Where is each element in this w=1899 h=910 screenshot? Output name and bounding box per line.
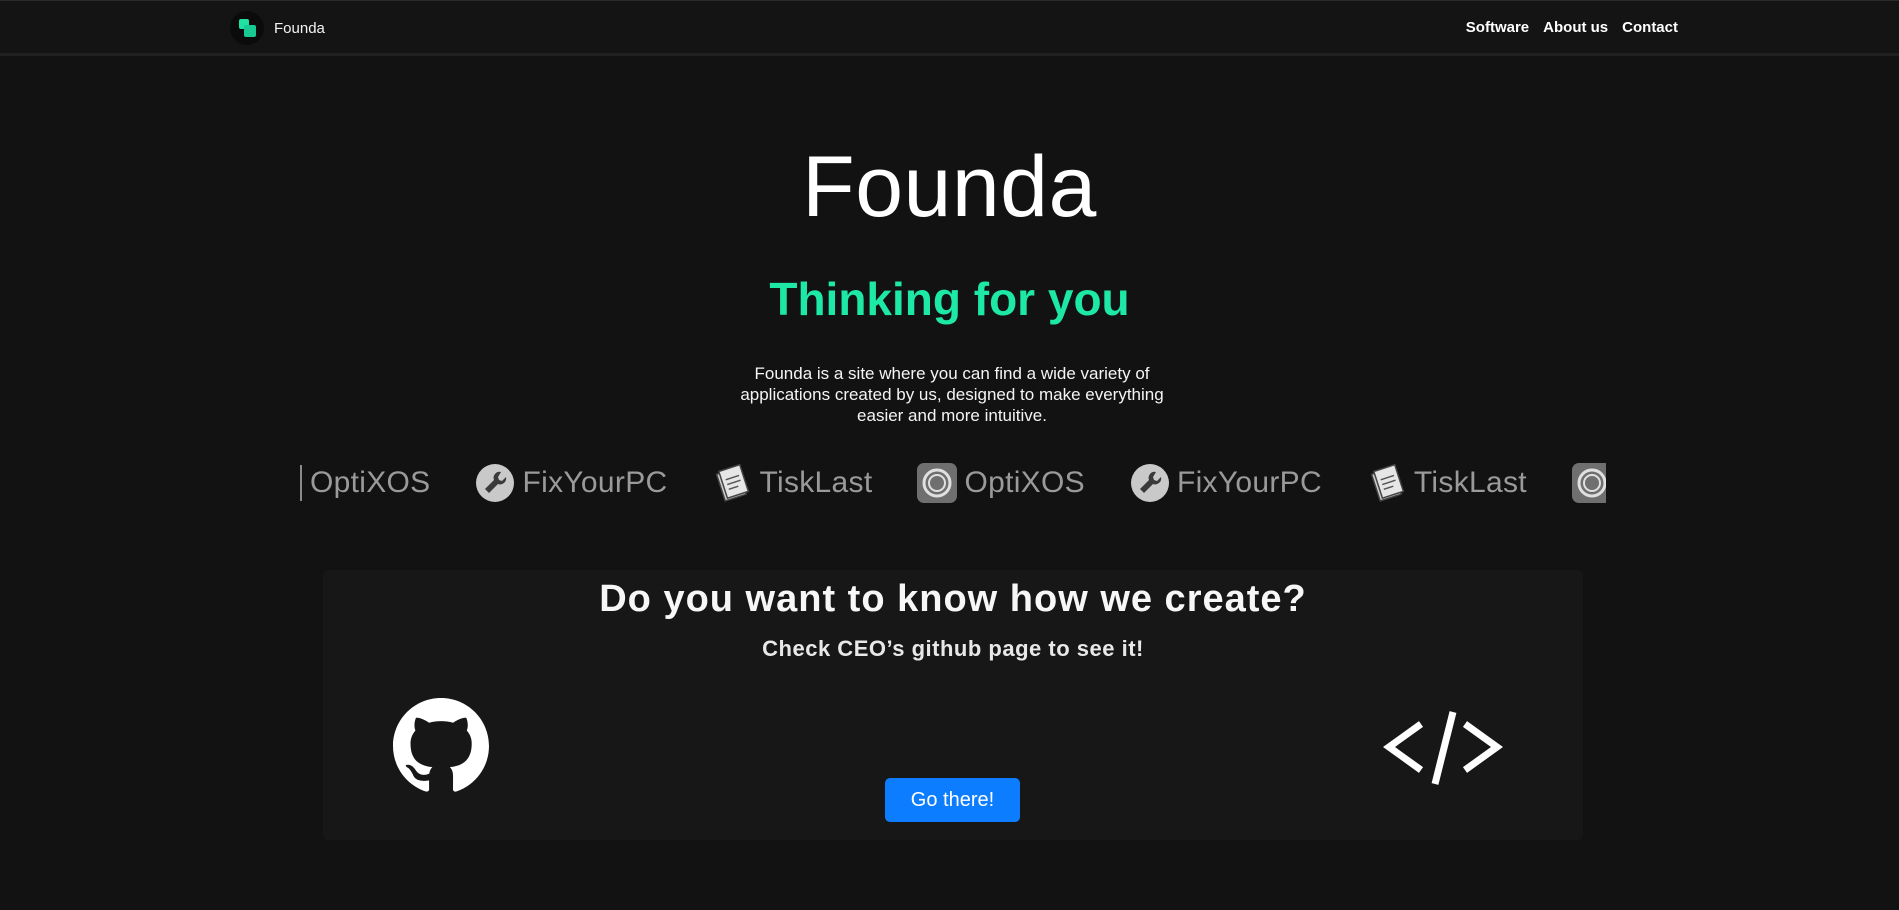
- marquee-item-tisklast[interactable]: TiskLast: [711, 462, 872, 504]
- founda-logo-icon: [230, 11, 264, 45]
- brand-name[interactable]: Founda: [274, 20, 325, 37]
- marquee-item-label: OptiXOS: [964, 466, 1085, 499]
- marquee-item-tisklast[interactable]: TiskLast: [1366, 462, 1527, 504]
- code-icon: [1383, 711, 1503, 785]
- card-subtitle: Check CEO’s github page to see it!: [762, 636, 1144, 661]
- optixos-icon: [1571, 463, 1606, 503]
- marquee-item-label: FixYourPC: [1176, 466, 1322, 499]
- marquee-item-fixyourpc[interactable]: FixYourPC: [474, 462, 667, 504]
- marquee-item-label: FixYourPC: [522, 466, 668, 499]
- brand[interactable]: Founda: [230, 11, 325, 45]
- nav-link-contact[interactable]: Contact: [1622, 19, 1678, 36]
- optixos-icon: [917, 463, 958, 503]
- notepad-icon: [716, 463, 750, 502]
- marquee-item-optixos[interactable]: Op: [1571, 462, 1606, 504]
- marquee-item-fixyourpc[interactable]: FixYourPC: [1129, 462, 1322, 504]
- hero-subtitle: Thinking for you: [769, 273, 1130, 325]
- marquee-item-label: OptiXOS: [310, 466, 431, 499]
- notepad-icon: [1370, 463, 1405, 502]
- navbar: Founda Software About us Contact: [0, 0, 1899, 56]
- hero-description: Founda is a site where you can find a wi…: [740, 364, 1164, 425]
- card-title: Do you want to know how we create?: [599, 578, 1307, 620]
- wrench-icon: [476, 464, 515, 502]
- marquee-edge: [300, 465, 302, 501]
- github-card: Do you want to know how we create? Check…: [323, 570, 1583, 840]
- nav-link-software[interactable]: Software: [1466, 19, 1529, 36]
- wrench-icon: [1130, 464, 1169, 502]
- nav-links: Software About us Contact: [1466, 19, 1678, 36]
- hero-title: Founda: [802, 139, 1097, 235]
- nav-link-about-us[interactable]: About us: [1543, 19, 1608, 36]
- marquee-item-label: TiskLast: [759, 466, 873, 499]
- go-there-button[interactable]: Go there!: [885, 778, 1020, 822]
- marquee-item-label: TiskLast: [1413, 466, 1527, 499]
- github-icon: [393, 698, 489, 792]
- marquee-item-optixos[interactable]: OptiXOS: [310, 466, 430, 500]
- marquee-item-optixos[interactable]: OptiXOS: [916, 462, 1085, 504]
- software-marquee: OptiXOS FixYourPC TiskLast OptiXOS FixYo…: [300, 455, 1606, 511]
